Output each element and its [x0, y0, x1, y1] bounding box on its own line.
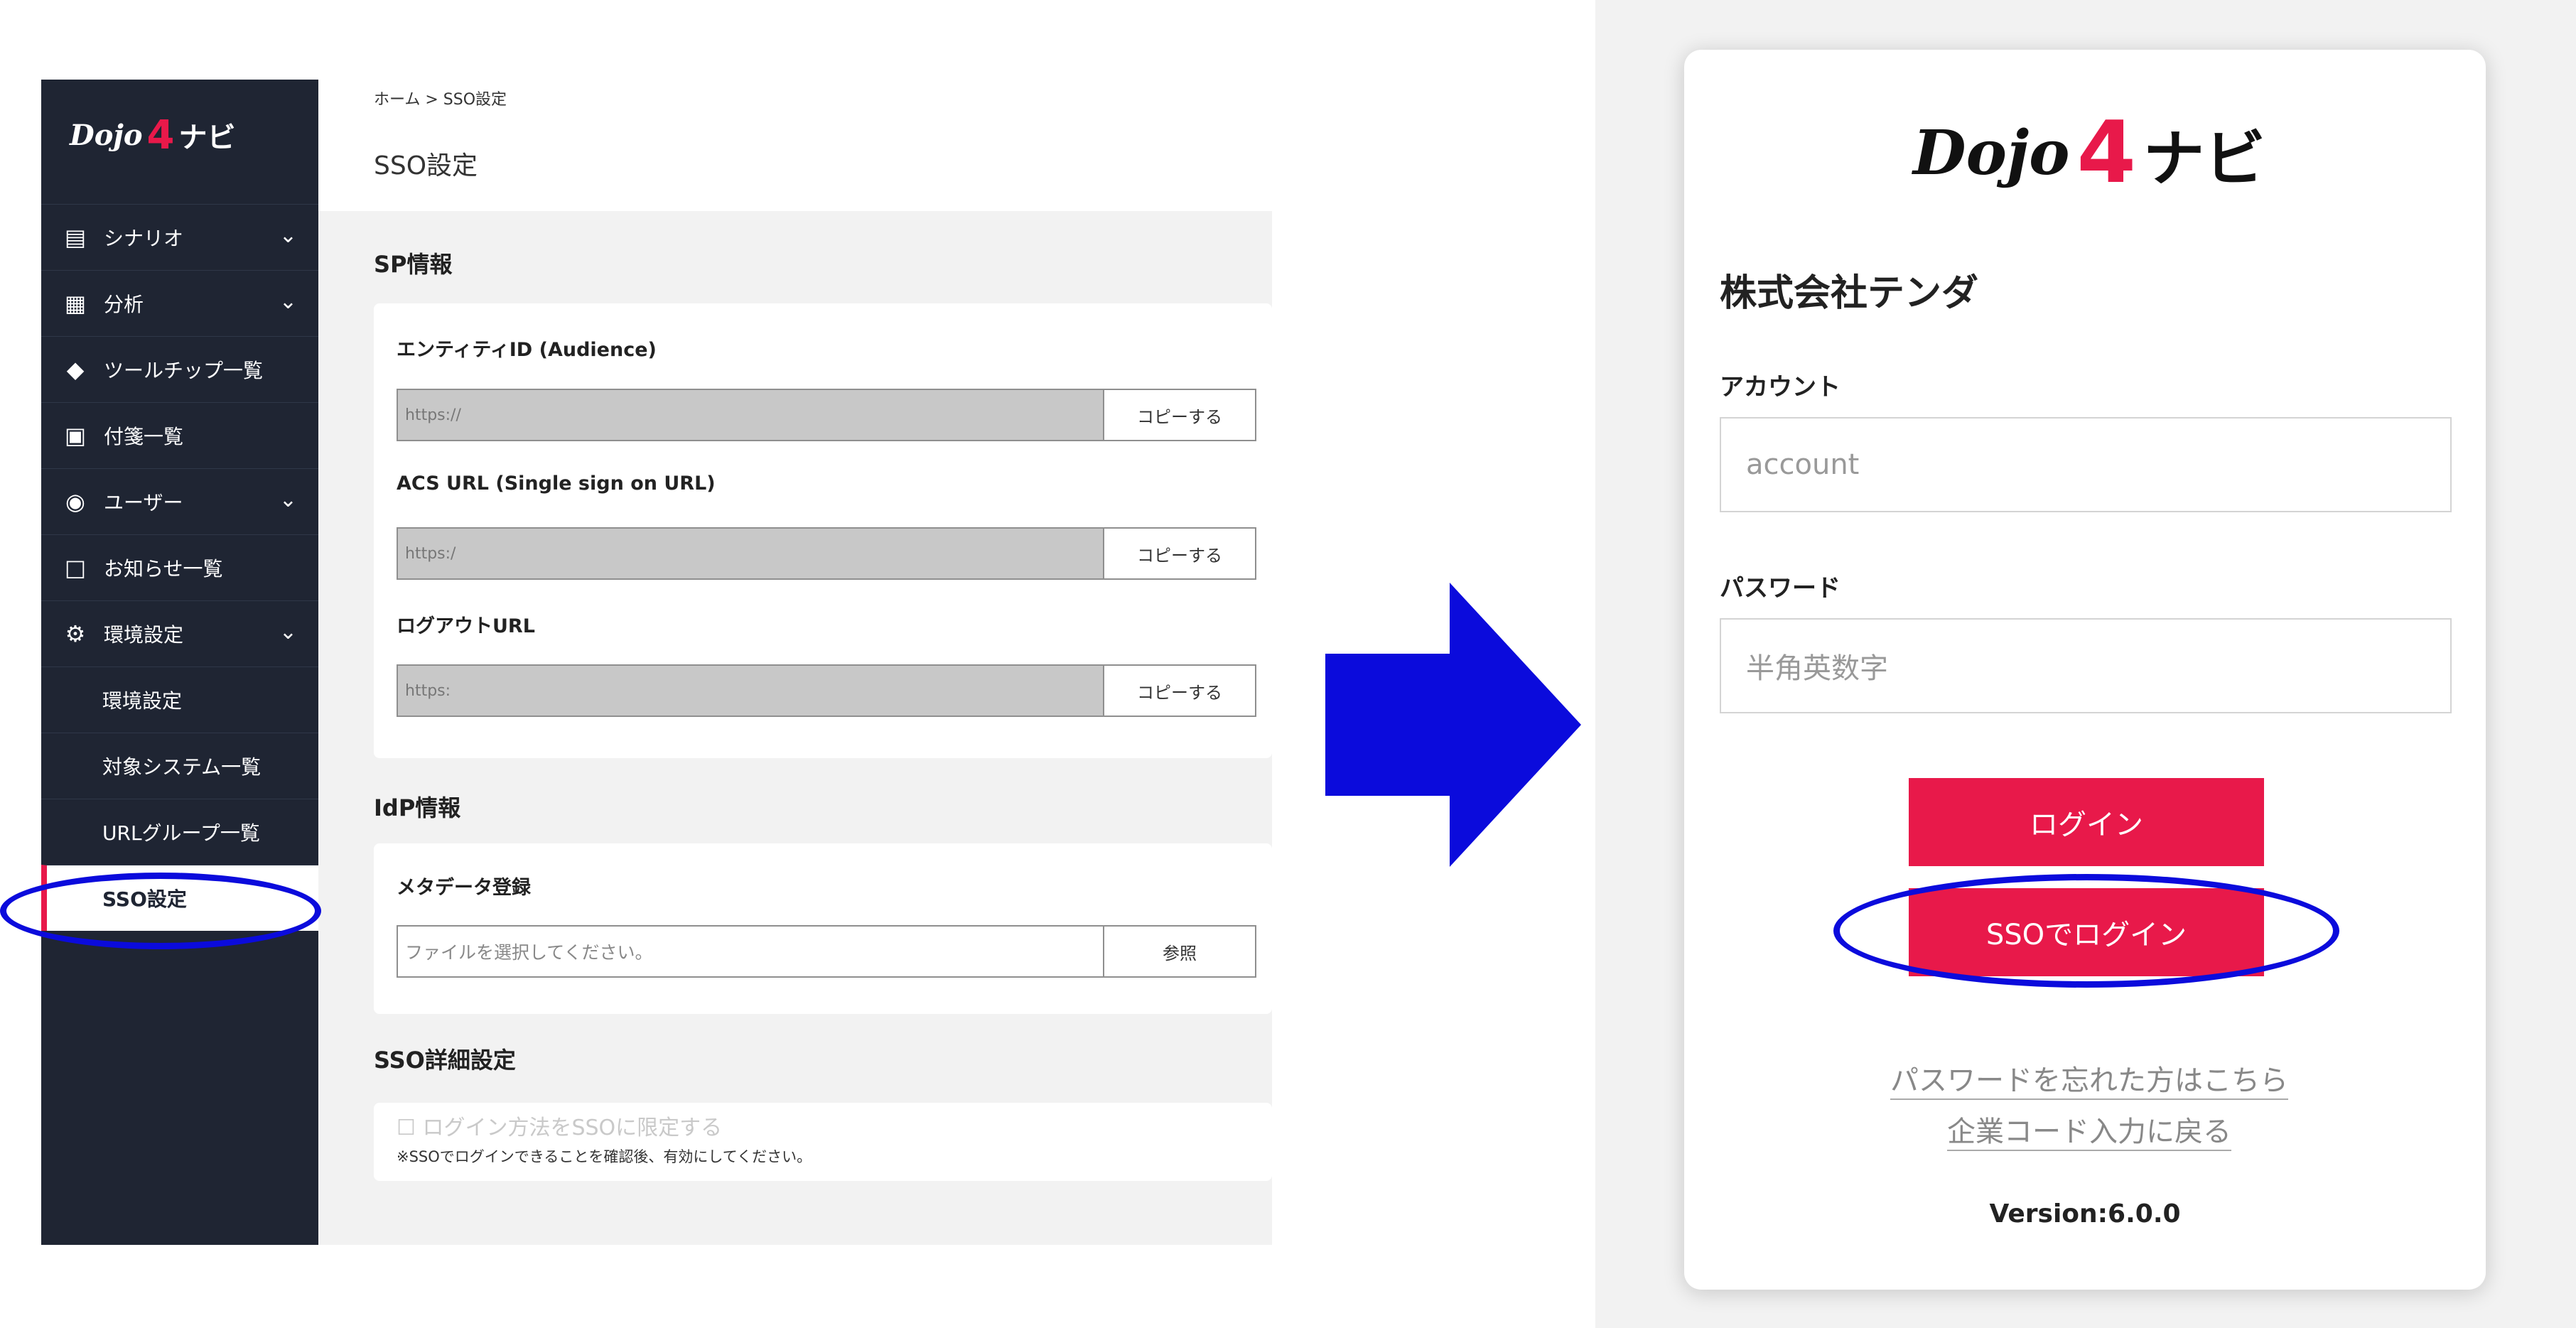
section-title-sso-detail: SSO詳細設定 — [374, 1047, 516, 1074]
sidebar-item-label: 分析 — [104, 293, 144, 316]
sidebar-item-label: 付箋一覧 — [104, 425, 184, 448]
field-label-entity-id: エンティティID (Audience) — [397, 339, 657, 361]
field-label-logout-url: ログアウトURL — [397, 615, 535, 637]
company-name: 株式会社テンダ — [1720, 272, 1979, 315]
field-label-metadata: メタデータ登録 — [397, 877, 531, 899]
idp-info-card: メタデータ登録 ファイルを選択してください。 参照 — [374, 843, 1272, 1014]
sidebar-subitem-target-systems[interactable]: 対象システム一覧 — [41, 733, 318, 799]
logo-text-4: 4 — [2076, 103, 2136, 203]
field-label-acs-url: ACS URL (Single sign on URL) — [397, 473, 716, 495]
chevron-up-icon: ⌄ — [279, 620, 297, 644]
password-label: パスワード — [1720, 574, 1841, 603]
login-logo: Dojo 4 ナビ — [1897, 92, 2281, 213]
tag-icon: ◆ — [66, 356, 85, 383]
login-card: Dojo 4 ナビ 株式会社テンダ アカウント account パスワード 半角… — [1684, 50, 2486, 1290]
logout-url-field[interactable]: https: — [398, 666, 1104, 716]
sidebar-item-settings[interactable]: ⚙ 環境設定 ⌄ — [41, 600, 318, 666]
sidebar-item-scenario[interactable]: ▤ シナリオ ⌄ — [41, 204, 318, 270]
sidebar-nav: ▤ シナリオ ⌄ ▦ 分析 ⌄ ◆ ツールチップ一覧 ▣ 付箋一覧 ◉ ユーザー… — [41, 204, 318, 931]
arrow-right-icon — [1325, 583, 1581, 867]
logo-text-dojo: Dojo — [70, 118, 143, 152]
browse-button[interactable]: 参照 — [1104, 927, 1255, 976]
logout-url-row: https: コピーする — [397, 664, 1256, 717]
logo-text-navi: ナビ — [178, 122, 236, 154]
logo-text-dojo: Dojo — [1913, 117, 2070, 189]
password-input[interactable]: 半角英数字 — [1720, 618, 2452, 713]
chevron-down-icon: ⌄ — [279, 487, 297, 512]
logo-text-4: 4 — [146, 112, 175, 158]
login-button[interactable]: ログイン — [1909, 778, 2264, 866]
sidebar-item-label: ユーザー — [104, 491, 183, 514]
gear-icon: ⚙ — [65, 620, 86, 647]
section-title-sp: SP情報 — [374, 251, 453, 278]
forgot-password-link[interactable]: パスワードを忘れた方はこちら — [1890, 1057, 2288, 1100]
document-icon: ▤ — [64, 224, 87, 251]
sidebar-subitem-label: 環境設定 — [102, 689, 183, 713]
chart-icon: ▦ — [64, 290, 87, 317]
breadcrumb[interactable]: ホーム > SSO設定 — [374, 87, 507, 109]
copy-logout-url-button[interactable]: コピーする — [1104, 666, 1255, 716]
sidebar-item-sticky-notes[interactable]: ▣ 付箋一覧 — [41, 402, 318, 468]
sidebar-item-label: 環境設定 — [104, 623, 184, 647]
main-content: ホーム > SSO設定 SSO設定 SP情報 エンティティID (Audienc… — [318, 80, 1272, 1245]
checkbox-icon: ☐ — [397, 1116, 416, 1140]
sidebar-subitem-environment[interactable]: 環境設定 — [41, 666, 318, 733]
sso-only-checkbox[interactable]: ☐ ログイン方法をSSOに限定する — [397, 1110, 722, 1141]
checkbox-label: ログイン方法をSSOに限定する — [422, 1116, 723, 1140]
copy-acs-url-button[interactable]: コピーする — [1104, 529, 1255, 578]
sidebar-subitem-label: 対象システム一覧 — [102, 755, 262, 779]
section-title-idp: IdP情報 — [374, 794, 461, 821]
sidebar-item-tooltips[interactable]: ◆ ツールチップ一覧 — [41, 336, 318, 402]
notice-icon: □ — [64, 554, 87, 581]
sidebar-item-analysis[interactable]: ▦ 分析 ⌄ — [41, 270, 318, 336]
acs-url-row: https:/ コピーする — [397, 527, 1256, 580]
metadata-file-row: ファイルを選択してください。 参照 — [397, 925, 1256, 978]
admin-screenshot: Dojo 4 ナビ ▤ シナリオ ⌄ ▦ 分析 ⌄ ◆ ツールチップ一覧 ▣ 付… — [41, 80, 1272, 1245]
sidebar-item-label: シナリオ — [104, 227, 184, 250]
sidebar-item-label: ツールチップ一覧 — [104, 359, 264, 382]
chevron-down-icon: ⌄ — [279, 223, 297, 248]
account-input[interactable]: account — [1720, 417, 2452, 512]
sticky-note-icon: ▣ — [64, 422, 87, 449]
sidebar-item-users[interactable]: ◉ ユーザー ⌄ — [41, 468, 318, 534]
highlight-ellipse-sso-button — [1833, 874, 2339, 988]
page-title: SSO設定 — [374, 151, 478, 180]
sso-detail-card: ☐ ログイン方法をSSOに限定する ※SSOでログインできることを確認後、有効に… — [374, 1103, 1272, 1181]
sidebar-item-notices[interactable]: □ お知らせ一覧 — [41, 534, 318, 600]
header-bar: ホーム > SSO設定 SSO設定 — [318, 80, 1272, 211]
sso-note: ※SSOでログインできることを確認後、有効にしてください。 — [397, 1148, 812, 1165]
sidebar: Dojo 4 ナビ ▤ シナリオ ⌄ ▦ 分析 ⌄ ◆ ツールチップ一覧 ▣ 付… — [41, 80, 318, 1245]
entity-id-field[interactable]: https:// — [398, 390, 1104, 440]
chevron-down-icon: ⌄ — [279, 289, 297, 314]
metadata-file-input[interactable]: ファイルを選択してください。 — [398, 927, 1104, 976]
copy-entity-id-button[interactable]: コピーする — [1104, 390, 1255, 440]
account-label: アカウント — [1720, 373, 1841, 401]
logo-text-navi: ナビ — [2143, 123, 2265, 195]
sidebar-item-label: お知らせ一覧 — [104, 557, 223, 581]
sidebar-logo[interactable]: Dojo 4 ナビ — [70, 92, 236, 178]
entity-id-row: https:// コピーする — [397, 389, 1256, 441]
user-circle-icon: ◉ — [65, 488, 85, 515]
sp-info-card: エンティティID (Audience) https:// コピーする ACS U… — [374, 303, 1272, 758]
acs-url-field[interactable]: https:/ — [398, 529, 1104, 578]
sidebar-subitem-label: URLグループ一覧 — [102, 821, 260, 845]
highlight-ellipse-sso-menu — [0, 873, 321, 949]
company-code-link[interactable]: 企業コード入力に戻る — [1947, 1108, 2231, 1151]
sidebar-subitem-url-groups[interactable]: URLグループ一覧 — [41, 799, 318, 865]
version-text: Version:6.0.0 — [1989, 1199, 2181, 1229]
